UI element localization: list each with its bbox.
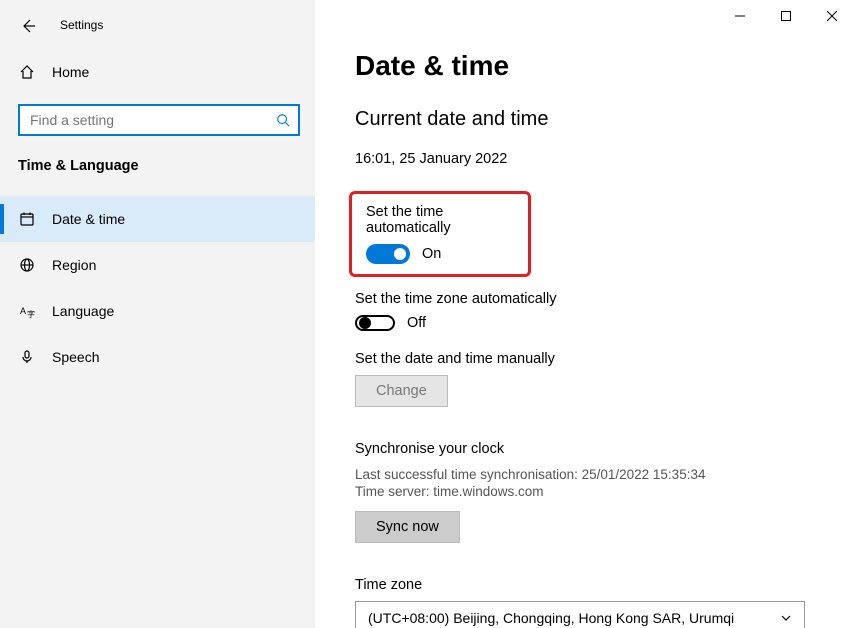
- sync-block: Synchronise your clock Last successful t…: [355, 441, 805, 543]
- highlight-set-time-auto: Set the time automatically On: [349, 191, 531, 277]
- manual-block: Set the date and time manually Change: [355, 351, 805, 407]
- globe-icon: [18, 257, 36, 273]
- sidebar-item-label: Language: [52, 303, 114, 319]
- close-icon: [827, 11, 837, 21]
- sidebar-item-region[interactable]: Region: [0, 242, 315, 288]
- sidebar-item-label: Speech: [52, 349, 99, 365]
- back-arrow-icon: [20, 18, 36, 34]
- sync-now-button[interactable]: Sync now: [355, 511, 460, 543]
- content-pane: Date & time Current date and time 16:01,…: [315, 0, 855, 628]
- set-tz-auto-toggle[interactable]: Off: [355, 315, 805, 331]
- change-button[interactable]: Change: [355, 375, 448, 407]
- sync-server: Time server: time.windows.com: [355, 484, 805, 499]
- sidebar-item-label: Date & time: [52, 211, 125, 227]
- sync-heading: Synchronise your clock: [355, 441, 805, 457]
- calendar-icon: [18, 211, 36, 227]
- set-tz-auto-label: Set the time zone automatically: [355, 291, 805, 307]
- set-tz-auto-block: Set the time zone automatically Off: [355, 291, 805, 331]
- sidebar-section-title: Time & Language: [18, 158, 139, 174]
- search-icon: [268, 113, 298, 127]
- toggle-track: [355, 315, 395, 331]
- minimize-icon: [735, 11, 745, 21]
- app-title: Settings: [60, 18, 103, 32]
- current-datetime-value: 16:01, 25 January 2022: [355, 151, 805, 167]
- section-current-datetime: Current date and time: [355, 108, 805, 131]
- sync-last: Last successful time synchronisation: 25…: [355, 467, 805, 482]
- main-content: Date & time Current date and time 16:01,…: [315, 0, 855, 628]
- timezone-block: Time zone (UTC+08:00) Beijing, Chongqing…: [355, 577, 805, 628]
- microphone-icon: [18, 349, 36, 365]
- close-button[interactable]: [809, 0, 855, 32]
- home-icon: [18, 64, 36, 80]
- sidebar-pane: Settings Home Time & Language Date & tim…: [0, 0, 315, 628]
- chevron-down-icon: [780, 612, 792, 624]
- manual-label: Set the date and time manually: [355, 351, 805, 367]
- timezone-value: (UTC+08:00) Beijing, Chongqing, Hong Kon…: [368, 610, 734, 626]
- settings-window: Settings Home Time & Language Date & tim…: [0, 0, 855, 628]
- toggle-track: [366, 244, 410, 264]
- set-time-auto-label: Set the time automatically: [366, 204, 514, 236]
- home-label: Home: [52, 64, 89, 80]
- timezone-label: Time zone: [355, 577, 805, 593]
- svg-text:字: 字: [27, 309, 35, 319]
- sidebar-item-home[interactable]: Home: [18, 64, 89, 80]
- language-icon: A字: [18, 303, 36, 319]
- sidebar-item-date-time[interactable]: Date & time: [0, 196, 315, 242]
- window-controls: [717, 0, 855, 32]
- timezone-select[interactable]: (UTC+08:00) Beijing, Chongqing, Hong Kon…: [355, 601, 805, 628]
- back-button[interactable]: [20, 18, 40, 38]
- svg-text:A: A: [20, 306, 26, 316]
- toggle-knob: [394, 248, 406, 260]
- sidebar-item-label: Region: [52, 257, 96, 273]
- toggle-state-label: Off: [407, 315, 426, 331]
- toggle-knob: [359, 317, 371, 329]
- sidebar-item-language[interactable]: A字 Language: [0, 288, 315, 334]
- minimize-button[interactable]: [717, 0, 763, 32]
- maximize-icon: [781, 11, 791, 21]
- set-time-auto-toggle[interactable]: On: [366, 244, 514, 264]
- sidebar-item-speech[interactable]: Speech: [0, 334, 315, 380]
- search-box[interactable]: [18, 104, 300, 136]
- sidebar-nav: Date & time Region A字 Language Speech: [0, 196, 315, 380]
- page-title: Date & time: [355, 50, 805, 82]
- maximize-button[interactable]: [763, 0, 809, 32]
- search-input[interactable]: [20, 112, 268, 128]
- toggle-state-label: On: [422, 246, 441, 262]
